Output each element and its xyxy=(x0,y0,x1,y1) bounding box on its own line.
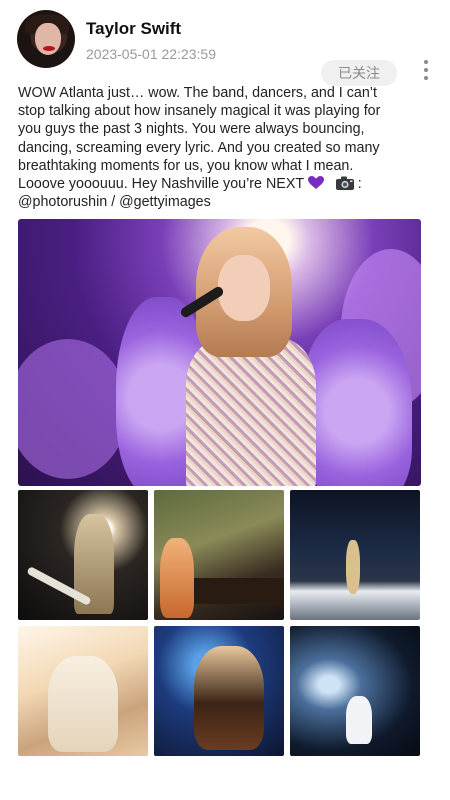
more-dot xyxy=(424,76,428,80)
performer-figure xyxy=(48,656,118,752)
post-text-segment: Looove yooouuu. Hey Nashville you’re NEX… xyxy=(18,176,304,193)
photo-spotlight[interactable] xyxy=(290,626,420,756)
more-dot xyxy=(424,60,428,64)
follow-button[interactable]: 已关注 xyxy=(321,60,397,86)
post-text-line: stop talking about how insanely magical … xyxy=(18,103,381,120)
purple-heart-emoji-icon xyxy=(307,176,324,190)
post-text-segment: : xyxy=(357,176,362,193)
photo-hair[interactable] xyxy=(154,626,284,756)
performer-figure xyxy=(160,538,194,618)
photo-guitar[interactable] xyxy=(18,490,148,620)
avatar[interactable] xyxy=(17,10,75,68)
post-text-line: breathtaking moments for us, you know wh… xyxy=(18,157,354,174)
avatar-lips xyxy=(43,46,55,51)
post-text-line-with-emoji: Looove yooouuu. Hey Nashville you’re NEX… xyxy=(18,175,434,193)
fur-sleeve-right xyxy=(302,319,412,486)
post-timestamp: 2023-05-01 22:23:59 xyxy=(86,46,216,62)
photo-stage[interactable] xyxy=(290,490,420,620)
post-header: Taylor Swift 2023-05-01 22:23:59 已关注 xyxy=(0,0,450,86)
user-name[interactable]: Taylor Swift xyxy=(86,19,181,39)
photo-credit-text[interactable]: @photorushin / @gettyimages xyxy=(18,193,434,211)
post-text-line: WOW Atlanta just… wow. The band, dancers… xyxy=(18,85,377,101)
post-text-line: you guys the past 3 nights. You were alw… xyxy=(18,121,365,138)
more-dot xyxy=(424,68,428,72)
bokeh-light xyxy=(18,339,128,479)
more-vertical-icon[interactable] xyxy=(418,58,434,82)
photo-white-dress[interactable] xyxy=(18,626,148,756)
photo-piano[interactable] xyxy=(154,490,284,620)
post-text-line: dancing, screaming every lyric. And you … xyxy=(18,139,380,156)
hero-photo[interactable] xyxy=(18,219,421,486)
camera-emoji-icon xyxy=(335,176,354,191)
performer-face xyxy=(218,255,270,321)
performer-figure xyxy=(346,696,372,744)
sequin-bodysuit xyxy=(186,337,316,486)
post-body-text: WOW Atlanta just… wow. The band, dancers… xyxy=(18,84,434,211)
performer-figure xyxy=(346,540,360,594)
performer-figure xyxy=(194,646,264,750)
